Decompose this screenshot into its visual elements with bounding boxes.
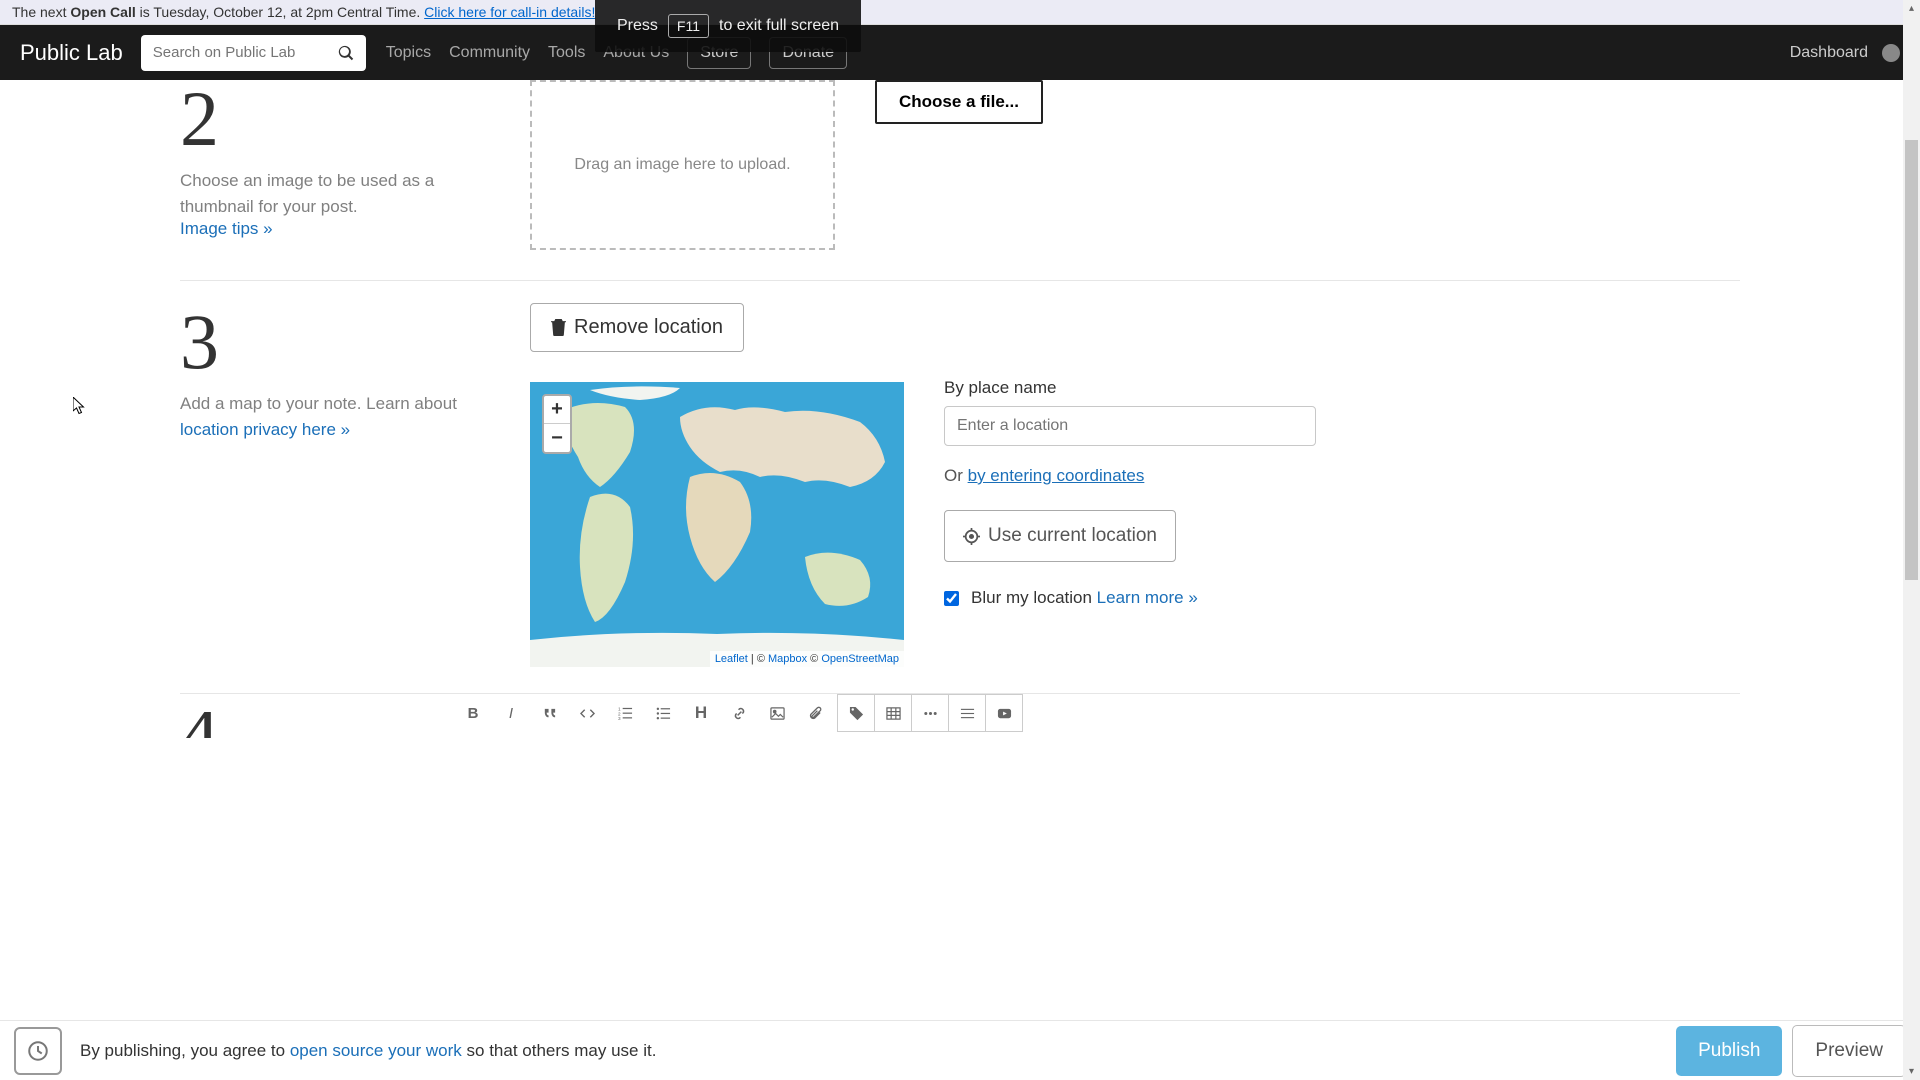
unordered-list-button[interactable] (644, 694, 682, 732)
zoom-out-button[interactable]: − (544, 424, 570, 452)
step-3-number: 3 (180, 303, 490, 381)
map-land-icon (530, 382, 904, 667)
step-2-number: 2 (180, 80, 490, 158)
more-button[interactable] (911, 694, 949, 732)
italic-button[interactable]: I (492, 694, 530, 732)
history-button[interactable] (14, 1027, 62, 1075)
announcement-banner: The next Open Call is Tuesday, October 1… (0, 0, 1920, 25)
ul-icon (656, 706, 671, 721)
search-icon (338, 45, 354, 61)
step-2-helper: Choose an image to be used as a thumbnai… (180, 168, 490, 219)
banner-link[interactable]: Click here for call-in details! (424, 4, 595, 20)
hr-icon (960, 706, 975, 721)
svg-text:3: 3 (618, 716, 621, 721)
image-dropzone[interactable]: Drag an image here to upload. (530, 80, 835, 250)
search-button[interactable] (326, 35, 366, 71)
preview-button[interactable]: Preview (1792, 1025, 1906, 1077)
fs-pre: Press (617, 17, 658, 35)
or-coordinates: Or by entering coordinates (944, 466, 1740, 486)
video-button[interactable] (985, 694, 1023, 732)
ellipsis-icon (923, 706, 938, 721)
bottom-bar: By publishing, you agree to open source … (0, 1020, 1920, 1080)
nav-dashboard[interactable]: Dashboard (1790, 44, 1868, 62)
trash-icon (551, 319, 566, 336)
code-button[interactable] (568, 694, 606, 732)
image-button[interactable] (758, 694, 796, 732)
open-source-link[interactable]: open source your work (290, 1041, 462, 1060)
location-privacy-link[interactable]: location privacy here » (180, 420, 350, 439)
target-icon (963, 528, 980, 545)
step-4-number: 4 (180, 712, 219, 738)
youtube-icon (997, 706, 1012, 721)
ordered-list-button[interactable]: 123 (606, 694, 644, 732)
scroll-down-button[interactable]: ▾ (1903, 1063, 1920, 1080)
site-logo[interactable]: Public Lab (20, 40, 123, 66)
mapbox-link[interactable]: Mapbox (768, 653, 807, 665)
link-button[interactable] (720, 694, 758, 732)
fs-key: F11 (668, 14, 709, 38)
banner-mid: is Tuesday, October 12, at 2pm Central T… (136, 4, 424, 20)
publish-button[interactable]: Publish (1676, 1026, 1782, 1076)
map[interactable]: + − Leaflet | © Mapbox © OpenStreetMap (530, 382, 904, 667)
place-name-label: By place name (944, 378, 1740, 398)
quote-button[interactable] (530, 694, 568, 732)
step-2-section: 2 Choose an image to be used as a thumbn… (180, 80, 1740, 281)
zoom-in-button[interactable]: + (544, 396, 570, 424)
table-icon (886, 706, 901, 721)
blur-learn-more-link[interactable]: Learn more » (1097, 588, 1198, 607)
banner-pre: The next (12, 4, 70, 20)
zoom-control: + − (542, 394, 572, 454)
navbar: Public Lab Topics Community Tools About … (0, 25, 1920, 80)
fullscreen-hint: Press F11 to exit full screen (595, 0, 861, 52)
scroll-up-button[interactable]: ▴ (1903, 0, 1920, 17)
page-content: 2 Choose an image to be used as a thumbn… (0, 80, 1920, 1070)
step-4-section: 4 B I 123 H (180, 693, 1740, 732)
fs-post: to exit full screen (719, 17, 839, 35)
bold-button[interactable]: B (454, 694, 492, 732)
nav-community[interactable]: Community (449, 44, 530, 62)
avatar[interactable] (1882, 44, 1900, 62)
blur-label: Blur my location (971, 588, 1097, 607)
code-icon (580, 706, 595, 721)
link-icon (732, 706, 747, 721)
search-input[interactable] (141, 36, 326, 69)
quote-icon (542, 706, 557, 721)
clock-icon (28, 1041, 48, 1061)
step-3-helper: Add a map to your note. Learn about loca… (180, 391, 490, 442)
image-tips-link[interactable]: Image tips » (180, 219, 273, 238)
editor-toolbar: B I 123 H (454, 694, 1740, 732)
enter-coordinates-link[interactable]: by entering coordinates (968, 466, 1145, 485)
divider-button[interactable] (948, 694, 986, 732)
dropzone-text: Drag an image here to upload. (574, 156, 790, 174)
attachment-button[interactable] (796, 694, 834, 732)
ol-icon: 123 (618, 706, 633, 721)
nav-topics[interactable]: Topics (386, 44, 431, 62)
remove-location-button[interactable]: Remove location (530, 303, 744, 352)
banner-bold: Open Call (70, 4, 135, 20)
scrollbar[interactable]: ▴ ▾ (1903, 0, 1920, 1080)
step-3-section: 3 Add a map to your note. Learn about lo… (180, 303, 1740, 667)
table-button[interactable] (874, 694, 912, 732)
location-input[interactable] (944, 406, 1316, 446)
blur-location-row: Blur my location Learn more » (944, 588, 1740, 608)
map-attribution: Leaflet | © Mapbox © OpenStreetMap (710, 651, 904, 667)
tag-icon (849, 706, 864, 721)
nav-tools[interactable]: Tools (548, 44, 585, 62)
tag-button[interactable] (837, 694, 875, 732)
choose-file-button[interactable]: Choose a file... (875, 80, 1043, 124)
leaflet-link[interactable]: Leaflet (715, 653, 748, 665)
blur-checkbox[interactable] (944, 591, 959, 606)
publish-agree-text: By publishing, you agree to open source … (80, 1041, 656, 1061)
use-current-location-button[interactable]: Use current location (944, 510, 1176, 562)
heading-button[interactable]: H (682, 694, 720, 732)
image-icon (770, 706, 785, 721)
paperclip-icon (808, 706, 823, 721)
osm-link[interactable]: OpenStreetMap (821, 653, 899, 665)
scroll-thumb[interactable] (1905, 140, 1918, 580)
search-box (141, 35, 366, 71)
nav-right: Dashboard (1790, 44, 1900, 62)
